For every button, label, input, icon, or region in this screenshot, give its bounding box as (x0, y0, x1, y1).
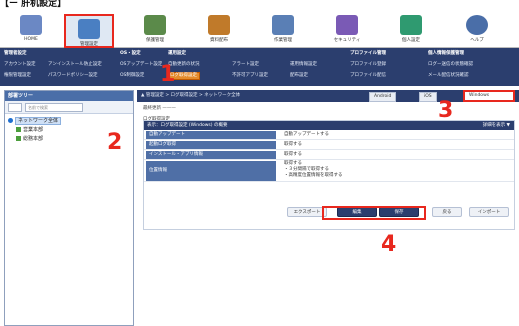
department-icon (16, 127, 21, 132)
page-title: 【ー 肝机設定】 (0, 0, 67, 9)
submenu-item[interactable]: ログー送信の状態確認 (428, 62, 473, 68)
submenu-item[interactable]: パスワードポリシー設定 (48, 73, 98, 79)
setting-value: 自動アップデートする (284, 132, 329, 137)
setting-row: 自動アップデート 自動アップデートする (144, 130, 514, 140)
toolbar-distribution[interactable]: 資料配布 (194, 10, 244, 48)
setting-value: 取得する (284, 142, 302, 147)
submenu-heading: プロファイル管理 (350, 51, 386, 56)
toolbar-help[interactable]: ヘルプ (452, 10, 502, 48)
submenu-item[interactable]: 配布設定 (290, 73, 308, 79)
setting-value: 取得する (284, 152, 302, 157)
group-header: 表示：ログ取得設定 (Windows) の概要 詳細を表示 ▼ (144, 121, 514, 130)
back-button[interactable]: 戻る (432, 207, 462, 217)
tab-ios[interactable]: iOS (419, 92, 437, 102)
task-icon (272, 15, 294, 35)
submenu-heading: 管理者設定 (4, 51, 27, 56)
toolbar-personal[interactable]: 個人設定 (386, 10, 436, 48)
submenu-item[interactable]: OS制御設定 (120, 73, 144, 79)
highlight-frame-buttons (322, 206, 426, 220)
personal-icon (400, 15, 422, 35)
setting-key: 位置情報 (146, 161, 276, 181)
sidebar-title: 部署ツリー (5, 91, 133, 101)
tree-item-network-all[interactable]: ネットワーク全体 (8, 117, 130, 126)
submenu-heading: 個人情報保護管理 (428, 51, 464, 56)
department-tree-panel: 部署ツリー 名前で検索 ネットワーク全体 営業本部 総務本部 (4, 90, 134, 326)
department-icon (16, 136, 21, 141)
callout-number: 4 (381, 232, 397, 257)
toolbar-home[interactable]: HOME (6, 10, 56, 48)
setting-key: 起動ログ取得 (146, 141, 276, 149)
submenu-item[interactable]: プロファイル配信 (350, 73, 386, 79)
last-updated-text: 最終更新 ——— (143, 106, 176, 111)
tab-windows[interactable]: Windows (463, 90, 515, 102)
protection-icon (144, 15, 166, 35)
breadcrumb-bar: ▲ 管理設定 > ログ取得設定 > ネットワーク全体 Android iOS W… (137, 90, 519, 102)
submenu-heading: OS・設定 (120, 51, 141, 56)
toolbar-task[interactable]: 作業管理 (258, 10, 308, 48)
home-icon (20, 15, 42, 35)
security-icon (336, 15, 358, 35)
sidebar-toolbar: 名前で検索 (5, 101, 133, 114)
tree-menu-button[interactable] (8, 103, 22, 112)
callout-number: 2 (107, 130, 123, 155)
submenu-item[interactable]: 権限管理設定 (4, 73, 31, 79)
submenu-item[interactable]: アンインストール防止設定 (48, 62, 102, 68)
group-header-text: 表示：ログ取得設定 (Windows) の概要 (147, 123, 228, 128)
submenu-item[interactable]: プロファイル登録 (350, 62, 386, 68)
import-button[interactable]: インポート (469, 207, 509, 217)
setting-value-detail: ・高精度位置情報を取得する (284, 173, 343, 178)
submenu-item[interactable]: アカウント設定 (4, 62, 36, 68)
setting-value: 取得する ・３分間隔で取得する ・高精度位置情報を取得する (284, 161, 343, 179)
submenu-item[interactable]: 運用情報設定 (290, 62, 317, 68)
setting-key: インストール・アプリ情報 (146, 151, 276, 159)
tree-node-icon (8, 118, 13, 123)
submenu-heading: 運用設定 (168, 51, 186, 56)
main-toolbar: HOME 管理設定 保護管理 資料配布 作業管理 セキュリティ 個人設定 ヘルプ (0, 10, 519, 48)
distribution-icon (208, 15, 230, 35)
show-details-link[interactable]: 詳細を表示 ▼ (483, 121, 510, 130)
toolbar-security[interactable]: セキュリティ (322, 10, 372, 48)
submenu-item[interactable]: 不許可アプリ設定 (232, 73, 268, 79)
toolbar-protection[interactable]: 保護管理 (130, 10, 180, 48)
export-button[interactable]: エクスポート (287, 207, 327, 217)
tab-android[interactable]: Android (369, 92, 397, 102)
help-icon (466, 15, 488, 35)
admin-settings-icon (78, 19, 100, 39)
callout-number: 3 (438, 98, 454, 123)
submenu-item[interactable]: OSアップデート設定 (120, 62, 162, 68)
submenu-band: 管理者設定 アカウント設定 権限管理設定 アンインストール防止設定 パスワードポ… (0, 48, 519, 86)
setting-row: 起動ログ取得 取得する (144, 140, 514, 150)
callout-number: 1 (160, 62, 176, 87)
setting-key: 自動アップデート (146, 131, 276, 139)
setting-row: 位置情報 取得する ・３分間隔で取得する ・高精度位置情報を取得する (144, 160, 514, 182)
submenu-item[interactable]: メール配信状況確認 (428, 73, 469, 79)
toolbar-admin-settings[interactable]: 管理設定 (64, 14, 114, 48)
main-panel: ▲ 管理設定 > ログ取得設定 > ネットワーク全体 Android iOS W… (137, 90, 519, 326)
setting-row: インストール・アプリ情報 取得する (144, 150, 514, 160)
breadcrumb[interactable]: ▲ 管理設定 > ログ取得設定 > ネットワーク全体 (141, 90, 240, 102)
submenu-item[interactable]: アラート設定 (232, 62, 259, 68)
tree-search-input[interactable]: 名前で検索 (25, 103, 83, 112)
